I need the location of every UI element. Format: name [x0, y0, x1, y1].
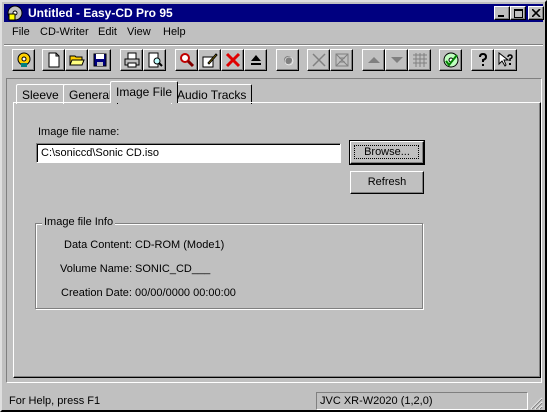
- new-document-icon: [48, 52, 60, 68]
- data-content-value: CD-ROM (Mode1): [135, 239, 225, 251]
- context-help-icon: [498, 52, 513, 67]
- browse-button[interactable]: Browse...: [349, 140, 425, 165]
- menu-cd-writer[interactable]: CD-Writer: [40, 26, 89, 38]
- new-document-button[interactable]: [42, 49, 65, 71]
- edit-properties-button[interactable]: [198, 49, 221, 71]
- tab-image-file[interactable]: Image File: [110, 81, 179, 103]
- save-disk-icon: [93, 53, 107, 67]
- close-button[interactable]: [528, 6, 544, 20]
- menu-help[interactable]: Help: [163, 26, 186, 38]
- easy-cd-app-icon[interactable]: [7, 5, 23, 21]
- layout-button[interactable]: [330, 49, 353, 71]
- save-disk-button[interactable]: [88, 49, 111, 71]
- image-file-info-title: Image file Info: [42, 216, 116, 228]
- menu-file[interactable]: File: [12, 26, 30, 38]
- move-up-button[interactable]: [362, 49, 385, 71]
- title-bar[interactable]: Untitled - Easy-CD Pro 95: [4, 4, 544, 22]
- menu-edit[interactable]: Edit: [98, 26, 117, 38]
- grid-icon: [413, 53, 427, 67]
- close-icon: [532, 9, 541, 17]
- maximize-button[interactable]: [510, 6, 526, 20]
- minimize-button[interactable]: [494, 6, 510, 20]
- cd-user-button[interactable]: [12, 49, 35, 71]
- delete-button[interactable]: [221, 49, 244, 71]
- data-content-label: Data Content:: [64, 239, 132, 251]
- tab-audio-tracks[interactable]: Audio Tracks: [171, 84, 253, 104]
- layout-icon: [335, 53, 349, 67]
- move-down-button[interactable]: [385, 49, 408, 71]
- main-window: Untitled - Easy-CD Pro 95 File CD-Writer…: [0, 0, 547, 412]
- creation-date-value: 00/00/0000 00:00:00: [135, 287, 236, 299]
- volume-name-value: SONIC_CD___: [135, 263, 211, 275]
- help-icon: [479, 52, 488, 66]
- find-icon: [180, 53, 195, 68]
- toolbar: [4, 44, 543, 74]
- move-down-icon: [391, 57, 403, 63]
- cd-user-icon: [17, 52, 31, 67]
- eject-button[interactable]: [244, 49, 267, 71]
- help-button[interactable]: [471, 49, 494, 71]
- print-button[interactable]: [120, 49, 143, 71]
- record-button[interactable]: [276, 49, 299, 71]
- refresh-button[interactable]: Refresh: [350, 171, 424, 194]
- image-file-name-input[interactable]: C:\soniccd\Sonic CD.iso: [36, 143, 341, 163]
- context-help-button[interactable]: [494, 49, 517, 71]
- minimize-icon: [498, 15, 504, 17]
- eject-icon: [251, 55, 261, 65]
- grid-button[interactable]: [408, 49, 431, 71]
- cd-check-icon: [443, 52, 459, 68]
- window-title: Untitled - Easy-CD Pro 95: [28, 6, 173, 20]
- menu-bar: File CD-Writer Edit View Help: [4, 23, 543, 42]
- edit-properties-icon: [202, 53, 218, 68]
- resize-grip-icon[interactable]: [530, 397, 543, 410]
- image-file-name-label: Image file name:: [38, 126, 120, 138]
- status-bar: For Help, press F1 JVC XR-W2020 (1,2,0): [4, 390, 543, 410]
- open-folder-icon: [69, 55, 85, 66]
- find-button[interactable]: [175, 49, 198, 71]
- tab-sleeve[interactable]: Sleeve: [16, 84, 65, 104]
- status-help-text: For Help, press F1: [9, 395, 101, 407]
- print-icon: [124, 52, 140, 68]
- delete-x-icon: [225, 52, 241, 68]
- cancel-button[interactable]: [307, 49, 330, 71]
- move-up-icon: [368, 57, 380, 63]
- cancel-x-icon: [312, 53, 326, 67]
- menu-view[interactable]: View: [127, 26, 151, 38]
- volume-name-label: Volume Name:: [60, 263, 133, 275]
- print-preview-icon: [148, 52, 163, 68]
- maximize-icon: [514, 9, 523, 18]
- status-device: JVC XR-W2020 (1,2,0): [316, 392, 528, 410]
- creation-date-label: Creation Date:: [61, 287, 132, 299]
- print-preview-button[interactable]: [143, 49, 166, 71]
- cd-check-button[interactable]: [439, 49, 462, 71]
- record-icon: [284, 56, 294, 66]
- open-folder-button[interactable]: [65, 49, 88, 71]
